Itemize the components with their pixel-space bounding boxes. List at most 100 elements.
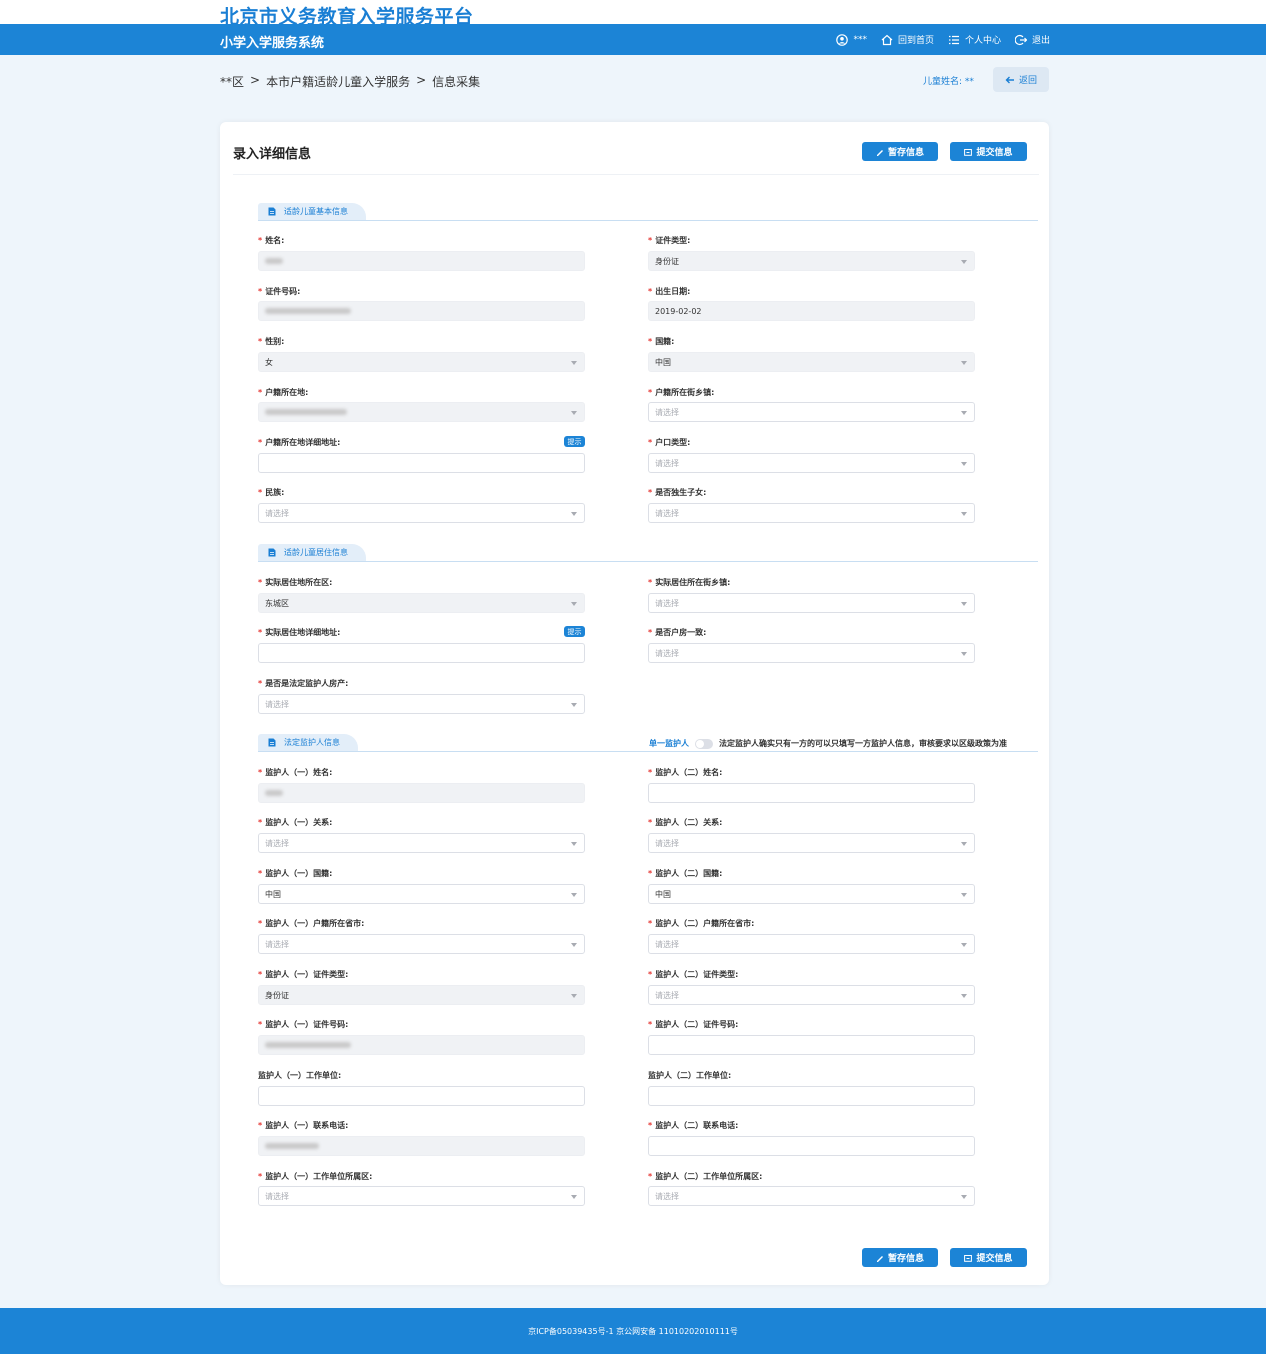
g2-name-input[interactable]: [648, 783, 975, 803]
single-guardian-toggle[interactable]: [695, 738, 713, 749]
g1-work-district-select[interactable]: 请选择: [258, 1186, 585, 1206]
breadcrumb-separator: >: [416, 73, 427, 87]
g2-phone-label: * 监护人（二）联系电话:: [648, 1121, 739, 1130]
g1-relation-label: * 监护人（一）关系:: [258, 818, 333, 827]
id-number-field[interactable]: [258, 301, 585, 321]
submit-button-bottom[interactable]: 提交信息: [950, 1248, 1027, 1267]
single-guardian-option: 单一监护人 法定监护人确实只有一方的可以只填写一方监护人信息，审核要求以区级政策…: [649, 738, 1007, 749]
hukou-address-input[interactable]: [258, 453, 585, 473]
residence-address-tip-button[interactable]: 提示: [564, 626, 585, 637]
same-house-label: * 是否户房一致:: [648, 628, 707, 637]
breadcrumb-district[interactable]: **区: [220, 73, 244, 90]
g1-nationality-select[interactable]: 中国: [258, 884, 585, 904]
g2-relation-select[interactable]: 请选择: [648, 833, 975, 853]
footer-text: 京ICP备05039435号-1 京公网安备 11010202010111号: [528, 1326, 738, 1336]
g2-id-type-select[interactable]: 请选择: [648, 985, 975, 1005]
section-residence-info: 适龄儿童居住信息: [258, 544, 1038, 562]
hukou-street-label: * 户籍所在街乡镇:: [648, 388, 715, 397]
same-house-select[interactable]: 请选择: [648, 643, 975, 663]
g1-phone-field[interactable]: [258, 1136, 585, 1156]
section-tab: 法定监护人信息: [258, 734, 358, 751]
section-title: 法定监护人信息: [284, 738, 340, 747]
g1-name-label: * 监护人（一）姓名:: [258, 768, 333, 777]
home-link[interactable]: 回到首页: [881, 33, 934, 46]
hukou-location-select[interactable]: [258, 402, 585, 422]
gender-label: * 性别:: [258, 337, 285, 346]
gender-select[interactable]: 女: [258, 352, 585, 372]
child-name-field[interactable]: [258, 251, 585, 271]
top-strip: [0, 0, 1266, 24]
g1-workplace-label: 监护人（一）工作单位:: [258, 1071, 342, 1080]
g1-id-number-label: * 监护人（一）证件号码:: [258, 1020, 349, 1029]
section-basic-info: 适龄儿童基本信息: [258, 203, 1038, 221]
residence-district-select[interactable]: 东城区: [258, 593, 585, 613]
ethnicity-select[interactable]: 请选择: [258, 503, 585, 523]
personal-center-link[interactable]: 个人中心: [948, 33, 1001, 46]
child-name: 儿童姓名: **: [923, 77, 974, 87]
footer: 京ICP备05039435号-1 京公网安备 11010202010111号: [0, 1308, 1266, 1354]
residence-street-select[interactable]: 请选择: [648, 593, 975, 613]
hukou-street-select[interactable]: 请选择: [648, 402, 975, 422]
g1-id-type-select[interactable]: 身份证: [258, 985, 585, 1005]
hukou-type-label: * 户口类型:: [648, 438, 691, 447]
form-card: 录入详细信息 暂存信息 提交信息 适龄儿童基本信息 * 姓名: * 证件类型: 身份…: [220, 122, 1049, 1285]
guardian-property-label: * 是否是法定监护人房产:: [258, 679, 349, 688]
section-title: 适龄儿童居住信息: [284, 548, 348, 557]
back-button[interactable]: 返回: [993, 67, 1049, 92]
submit-label: 提交信息: [976, 1254, 1013, 1264]
g2-workplace-input[interactable]: [648, 1086, 975, 1106]
g2-work-district-select[interactable]: 请选择: [648, 1186, 975, 1206]
logout-label: 退出: [1031, 36, 1050, 46]
breadcrumb: **区 > 本市户籍适龄儿童入学服务 > 信息采集: [220, 73, 480, 90]
submit-icon: [964, 1254, 973, 1262]
guardian-property-select[interactable]: 请选择: [258, 694, 585, 714]
g1-province-label: * 监护人（一）户籍所在省市:: [258, 919, 365, 928]
logout-link[interactable]: 退出: [1014, 33, 1050, 46]
user-menu[interactable]: ***: [836, 33, 867, 46]
system-title: 小学入学服务系统: [220, 36, 325, 51]
submit-button-top[interactable]: 提交信息: [950, 142, 1027, 161]
g2-nationality-select[interactable]: 中国: [648, 884, 975, 904]
document-icon: [268, 207, 276, 216]
back-label: 返回: [1018, 76, 1037, 86]
pencil-icon: [876, 1255, 883, 1262]
user-icon: [836, 33, 849, 46]
section-tab: 适龄儿童基本信息: [258, 203, 366, 220]
divider: [233, 174, 1039, 175]
residence-address-label: * 实际居住地详细地址:: [258, 628, 341, 637]
navbar: 小学入学服务系统 *** 回到首页 个人中心 退出: [0, 24, 1266, 55]
g2-province-select[interactable]: 请选择: [648, 934, 975, 954]
g1-province-select[interactable]: 请选择: [258, 934, 585, 954]
residence-district-label: * 实际居住地所在区:: [258, 578, 333, 587]
g2-workplace-label: 监护人（二）工作单位:: [648, 1071, 732, 1080]
nav-actions: *** 回到首页 个人中心 退出: [836, 24, 1050, 55]
id-number-label: * 证件号码:: [258, 287, 301, 296]
birth-field[interactable]: 2019-02-02: [648, 301, 975, 321]
single-guardian-label: 单一监护人: [649, 739, 689, 748]
id-type-select[interactable]: 身份证: [648, 251, 975, 271]
g1-nationality-label: * 监护人（一）国籍:: [258, 869, 333, 878]
arrow-left-icon: [1005, 76, 1014, 83]
g1-relation-select[interactable]: 请选择: [258, 833, 585, 853]
hukou-address-tip-button[interactable]: 提示: [564, 436, 585, 447]
g2-phone-input[interactable]: [648, 1136, 975, 1156]
save-button-top[interactable]: 暂存信息: [862, 142, 938, 161]
user-name: ***: [853, 34, 867, 45]
nationality-select[interactable]: 中国: [648, 352, 975, 372]
g2-id-number-input[interactable]: [648, 1035, 975, 1055]
g2-province-label: * 监护人（二）户籍所在省市:: [648, 919, 755, 928]
pencil-icon: [876, 149, 883, 156]
residence-address-input[interactable]: [258, 643, 585, 663]
breadcrumb-service[interactable]: 本市户籍适龄儿童入学服务: [266, 73, 410, 90]
g1-workplace-input[interactable]: [258, 1086, 585, 1106]
id-type-label: * 证件类型:: [648, 236, 691, 245]
ethnicity-label: * 民族:: [258, 488, 285, 497]
g1-name-field[interactable]: [258, 783, 585, 803]
home-label: 回到首页: [897, 36, 934, 46]
g1-id-number-field[interactable]: [258, 1035, 585, 1055]
document-icon: [268, 548, 276, 557]
hukou-location-label: * 户籍所在地:: [258, 388, 309, 397]
only-child-select[interactable]: 请选择: [648, 503, 975, 523]
hukou-type-select[interactable]: 请选择: [648, 453, 975, 473]
save-button-bottom[interactable]: 暂存信息: [862, 1248, 938, 1267]
